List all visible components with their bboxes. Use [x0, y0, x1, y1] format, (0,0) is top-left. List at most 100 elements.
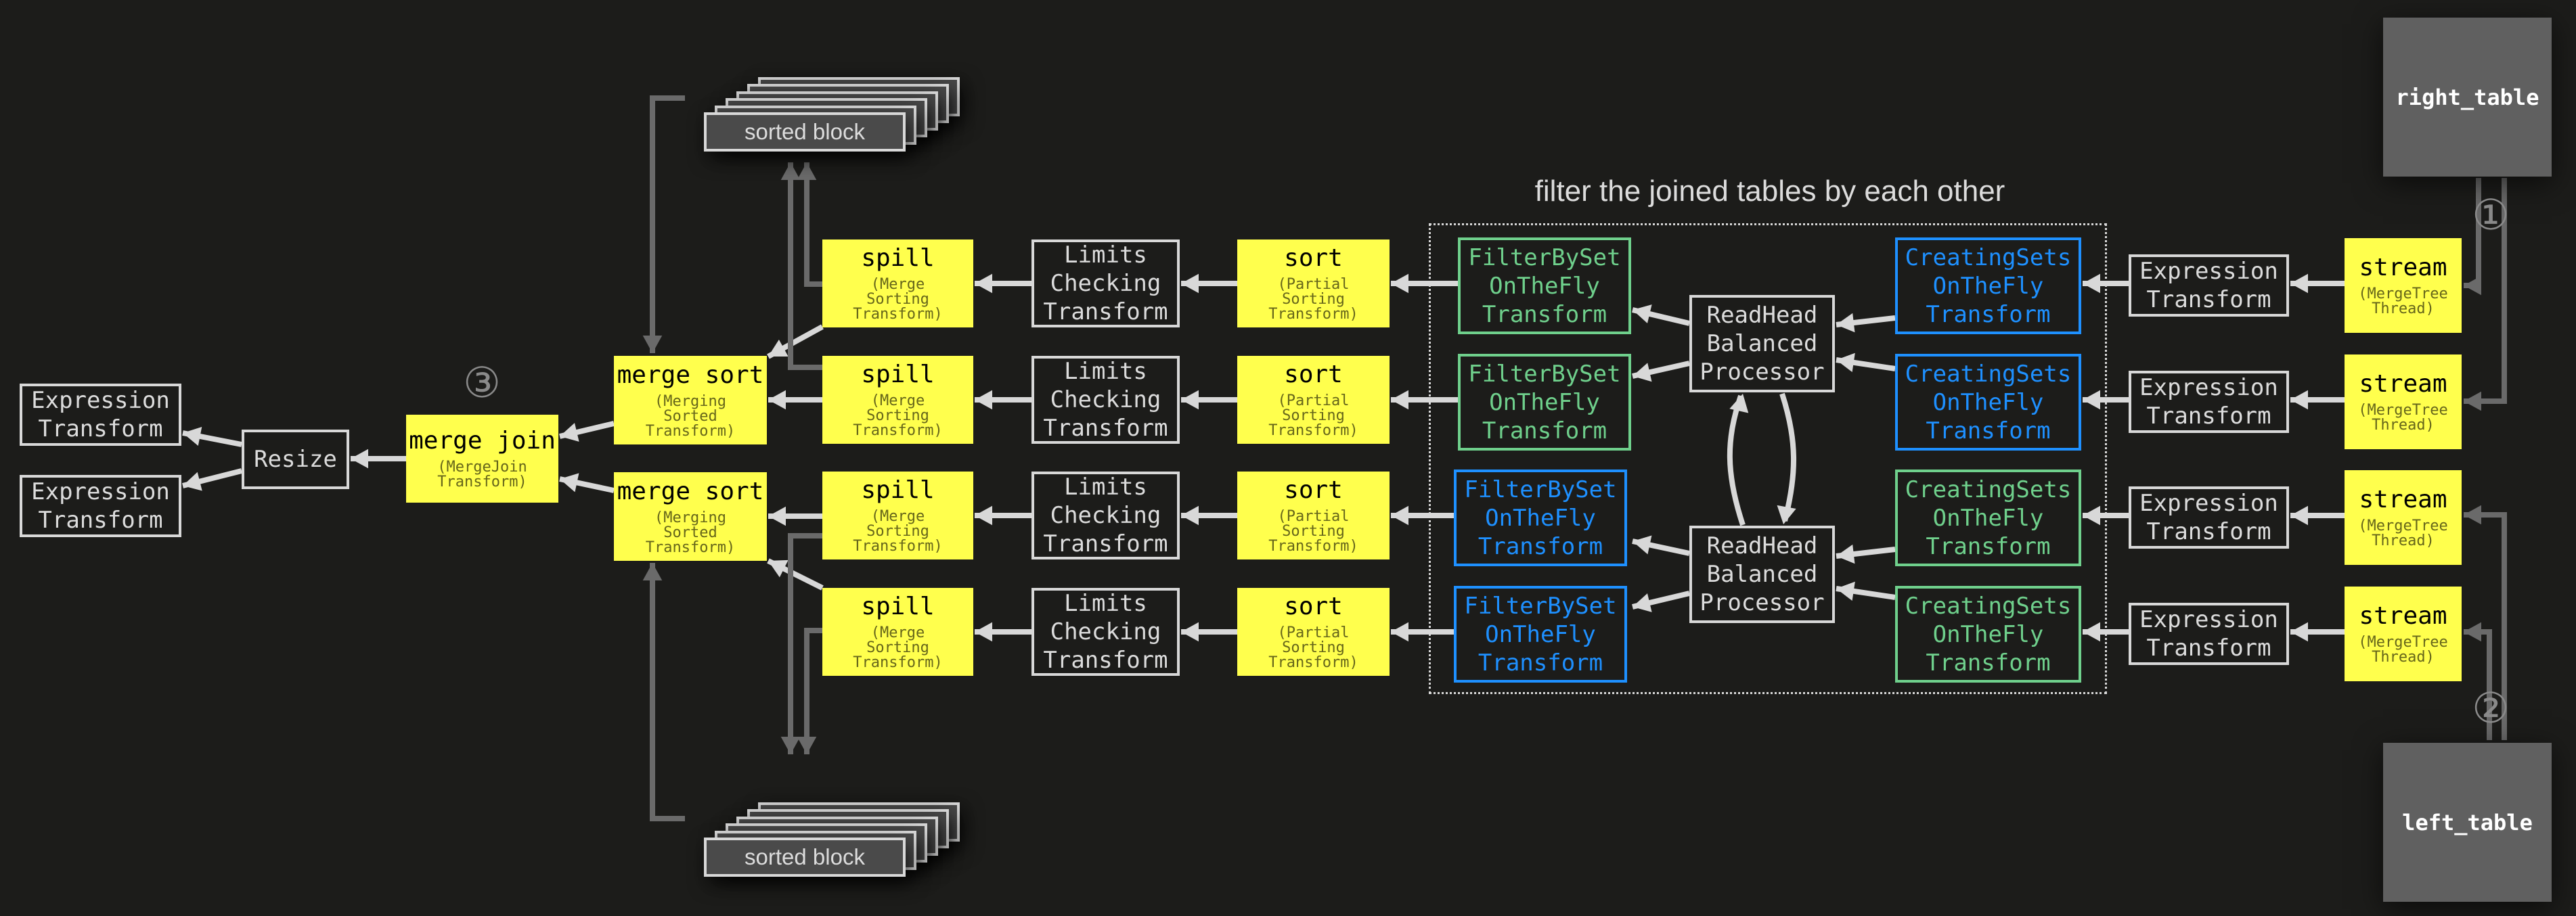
stream-mergetree-thread-1[interactable]: stream (MergeTree Thread): [2345, 238, 2462, 333]
filter-by-set-on-the-fly-transform-1[interactable]: FilterBySet OnTheFly Transform: [1458, 237, 1631, 334]
node-label: CreatingSets OnTheFly Transform: [1905, 360, 2072, 444]
output-expression-transform-2[interactable]: Expression Transform: [20, 475, 181, 537]
sorted-block-label: sorted block: [745, 844, 865, 869]
node-subtitle: (Partial Sorting Transform): [1268, 508, 1358, 555]
node-title: stream: [2359, 602, 2447, 630]
node-subtitle: (Merge Sorting Transform): [853, 276, 943, 323]
limits-checking-transform-3[interactable]: Limits Checking Transform: [1031, 472, 1180, 559]
creating-sets-on-the-fly-transform-4[interactable]: CreatingSets OnTheFly Transform: [1895, 586, 2081, 683]
resize-processor[interactable]: Resize: [242, 430, 349, 489]
expression-transform-3[interactable]: Expression Transform: [2129, 486, 2289, 549]
sort-partial-sorting-transform-3[interactable]: sort (Partial Sorting Transform): [1237, 472, 1390, 559]
node-title: sort: [1284, 593, 1343, 620]
left-table[interactable]: left_table: [2383, 743, 2552, 902]
limits-checking-transform-4[interactable]: Limits Checking Transform: [1031, 588, 1180, 676]
merge-sort-1[interactable]: merge sort (Merging Sorted Transform): [614, 356, 767, 444]
node-label: Expression Transform: [2139, 490, 2278, 545]
diagram-canvas: filter the joined tables by each other r…: [0, 0, 2576, 916]
node-label: CreatingSets OnTheFly Transform: [1905, 244, 2072, 328]
node-subtitle: (Merging Sorted Transform): [645, 509, 736, 556]
merge-sort-2[interactable]: merge sort (Merging Sorted Transform): [614, 472, 767, 561]
filter-by-set-on-the-fly-transform-3[interactable]: FilterBySet OnTheFly Transform: [1454, 470, 1627, 566]
output-expression-transform-1[interactable]: Expression Transform: [20, 384, 181, 446]
node-title: spill: [861, 476, 935, 504]
limits-checking-transform-1[interactable]: Limits Checking Transform: [1031, 239, 1180, 327]
spill-merge-sorting-transform-4[interactable]: spill (Merge Sorting Transform): [822, 588, 973, 676]
node-label: Limits Checking Transform: [1043, 358, 1168, 442]
expression-transform-4[interactable]: Expression Transform: [2129, 603, 2289, 665]
filter-by-set-on-the-fly-transform-2[interactable]: FilterBySet OnTheFly Transform: [1458, 354, 1631, 451]
node-label: Expression Transform: [31, 478, 170, 534]
node-subtitle: (Partial Sorting Transform): [1268, 276, 1358, 323]
node-subtitle: (Merge Sorting Transform): [853, 624, 943, 671]
spill-merge-sorting-transform-2[interactable]: spill (Merge Sorting Transform): [822, 356, 973, 444]
node-subtitle: (Merging Sorted Transform): [645, 392, 736, 440]
node-subtitle: (Partial Sorting Transform): [1268, 392, 1358, 439]
readhead-balanced-processor-2[interactable]: ReadHead Balanced Processor: [1689, 526, 1835, 623]
limits-checking-transform-2[interactable]: Limits Checking Transform: [1031, 356, 1180, 444]
sort-partial-sorting-transform-4[interactable]: sort (Partial Sorting Transform): [1237, 588, 1390, 676]
creating-sets-on-the-fly-transform-1[interactable]: CreatingSets OnTheFly Transform: [1895, 237, 2081, 334]
creating-sets-on-the-fly-transform-3[interactable]: CreatingSets OnTheFly Transform: [1895, 470, 2081, 566]
node-subtitle: (MergeTree Thread): [2358, 402, 2448, 434]
right-table-label: right_table: [2395, 84, 2539, 110]
node-label: FilterBySet OnTheFly Transform: [1464, 476, 1617, 560]
node-subtitle: (Merge Sorting Transform): [853, 392, 943, 439]
node-title: merge sort: [617, 361, 764, 389]
readhead-balanced-processor-1[interactable]: ReadHead Balanced Processor: [1689, 295, 1835, 392]
right-table[interactable]: right_table: [2383, 18, 2552, 177]
group-caption: filter the joined tables by each other: [1534, 175, 2005, 208]
sort-partial-sorting-transform-2[interactable]: sort (Partial Sorting Transform): [1237, 356, 1390, 444]
node-title: merge join: [409, 427, 556, 455]
node-label: Limits Checking Transform: [1043, 590, 1168, 674]
node-label: ReadHead Balanced Processor: [1700, 302, 1825, 386]
node-title: sort: [1284, 244, 1343, 272]
stream-mergetree-thread-2[interactable]: stream (MergeTree Thread): [2345, 354, 2462, 449]
node-subtitle: (Partial Sorting Transform): [1268, 624, 1358, 671]
node-label: Resize: [254, 446, 337, 473]
creating-sets-on-the-fly-transform-2[interactable]: CreatingSets OnTheFly Transform: [1895, 354, 2081, 451]
node-label: Expression Transform: [2139, 606, 2278, 662]
node-subtitle: (MergeTree Thread): [2358, 634, 2448, 666]
node-label: CreatingSets OnTheFly Transform: [1905, 592, 2072, 677]
spill-merge-sorting-transform-3[interactable]: spill (Merge Sorting Transform): [822, 472, 973, 559]
stream-mergetree-thread-3[interactable]: stream (MergeTree Thread): [2345, 470, 2462, 565]
node-label: FilterBySet OnTheFly Transform: [1468, 244, 1621, 328]
left-table-label: left_table: [2402, 809, 2533, 835]
merge-join-transform[interactable]: merge join (MergeJoin Transform): [406, 415, 558, 503]
node-label: Limits Checking Transform: [1043, 474, 1168, 557]
sort-partial-sorting-transform-1[interactable]: sort (Partial Sorting Transform): [1237, 239, 1390, 327]
node-title: spill: [861, 593, 935, 620]
node-title: spill: [861, 244, 935, 272]
node-subtitle: (Merge Sorting Transform): [853, 508, 943, 555]
node-label: FilterBySet OnTheFly Transform: [1468, 360, 1621, 444]
step-3-marker: ③: [463, 358, 501, 407]
filter-by-set-on-the-fly-transform-4[interactable]: FilterBySet OnTheFly Transform: [1454, 586, 1627, 683]
step-2-marker: ②: [2472, 683, 2510, 733]
node-label: Expression Transform: [2139, 374, 2278, 430]
node-title: spill: [861, 361, 935, 388]
node-label: Expression Transform: [2139, 258, 2278, 313]
sorted-block-label: sorted block: [745, 119, 865, 144]
sorted-block[interactable]: sorted block: [704, 112, 906, 152]
node-label: CreatingSets OnTheFly Transform: [1905, 476, 2072, 560]
spill-merge-sorting-transform-1[interactable]: spill (Merge Sorting Transform): [822, 239, 973, 327]
node-label: FilterBySet OnTheFly Transform: [1464, 592, 1617, 677]
node-title: stream: [2359, 486, 2447, 513]
node-title: merge sort: [617, 477, 764, 505]
sorted-block[interactable]: sorted block: [704, 838, 906, 877]
node-label: Expression Transform: [31, 387, 170, 442]
expression-transform-2[interactable]: Expression Transform: [2129, 371, 2289, 433]
node-subtitle: (MergeJoin Transform): [437, 459, 527, 490]
node-title: sort: [1284, 476, 1343, 504]
stream-mergetree-thread-4[interactable]: stream (MergeTree Thread): [2345, 587, 2462, 681]
node-title: sort: [1284, 361, 1343, 388]
step-1-marker: ①: [2472, 190, 2510, 239]
node-label: Limits Checking Transform: [1043, 242, 1168, 325]
node-title: stream: [2359, 254, 2447, 281]
node-title: stream: [2359, 370, 2447, 398]
node-label: ReadHead Balanced Processor: [1700, 532, 1825, 616]
expression-transform-1[interactable]: Expression Transform: [2129, 254, 2289, 317]
node-subtitle: (MergeTree Thread): [2358, 285, 2448, 317]
node-subtitle: (MergeTree Thread): [2358, 518, 2448, 549]
